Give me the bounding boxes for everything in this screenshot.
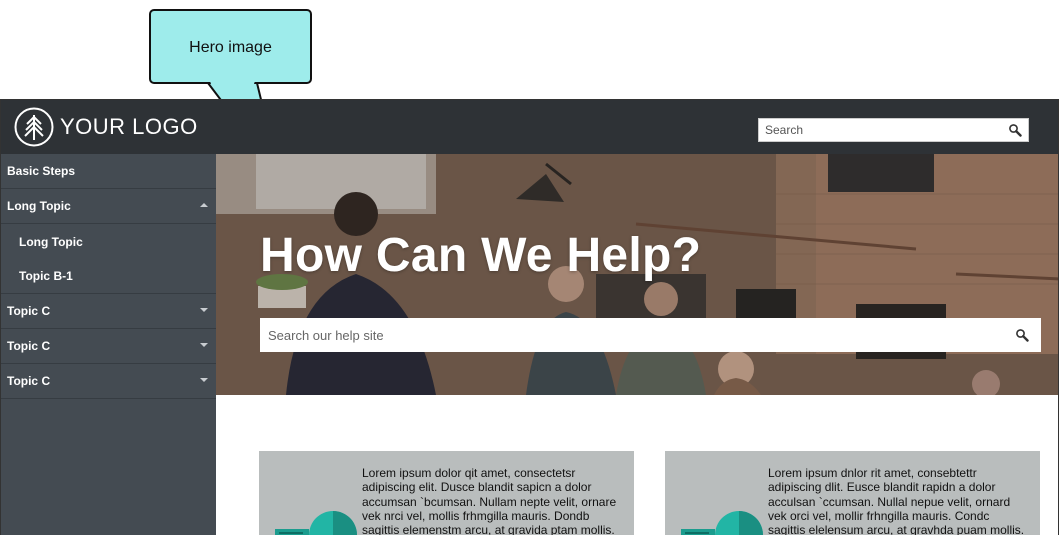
sidebar-item-label: Basic Steps: [7, 164, 76, 178]
header-search-box[interactable]: [758, 118, 1029, 142]
sidebar-item-label: Topic C: [7, 339, 51, 353]
chart-illustration-icon: [681, 511, 763, 535]
sidebar-item-topic-c[interactable]: Topic C: [1, 294, 216, 329]
card-body-text: Lorem ipsum dnlor rit amet, consebtettr …: [768, 466, 1025, 535]
topic-card[interactable]: Lorem ipsum dolor qit amet, consectetsr …: [259, 451, 634, 535]
sidebar-item-long-topic[interactable]: Long Topic: [1, 189, 216, 224]
sidebar-item-topic-c[interactable]: Topic C: [1, 329, 216, 364]
chevron-down-icon[interactable]: [200, 308, 208, 312]
sidebar-item-label: Long Topic: [7, 199, 71, 213]
sidebar-item-basic-steps[interactable]: Basic Steps: [1, 154, 216, 189]
sidebar-subitem-long-topic[interactable]: Long Topic: [1, 224, 216, 259]
sidebar-item-label: Topic C: [7, 304, 51, 318]
header-search-input[interactable]: [765, 122, 995, 138]
chevron-down-icon[interactable]: [200, 378, 208, 382]
sidebar-nav: Basic Steps Long Topic Long Topic Topic …: [1, 154, 216, 535]
hero-search-box[interactable]: [260, 318, 1041, 352]
search-icon[interactable]: [1015, 328, 1029, 342]
logo[interactable]: YOUR LOGO: [14, 106, 198, 148]
hero-image-callout: Hero image: [149, 9, 312, 84]
card-body-text: Lorem ipsum dolor qit amet, consectetsr …: [362, 466, 617, 535]
sidebar-item-label: Topic B-1: [19, 269, 73, 283]
tree-circle-icon: [14, 107, 54, 147]
chart-illustration-icon: [275, 511, 357, 535]
search-icon[interactable]: [1008, 123, 1022, 137]
chevron-down-icon[interactable]: [200, 343, 208, 347]
hero-image: How Can We Help?: [216, 154, 1058, 395]
sidebar-item-label: Long Topic: [19, 234, 83, 249]
callout-label: Hero image: [189, 39, 272, 56]
hero-search-input[interactable]: [268, 326, 968, 344]
hero-title: How Can We Help?: [260, 229, 702, 282]
top-header: YOUR LOGO: [1, 100, 1058, 154]
chevron-up-icon[interactable]: [200, 203, 208, 207]
sidebar-item-topic-c[interactable]: Topic C: [1, 364, 216, 399]
help-site-window: YOUR LOGO Basic Steps Long Topic Long To…: [0, 99, 1059, 535]
sidebar-subitem-topic-b-1[interactable]: Topic B-1: [1, 259, 216, 294]
topic-card[interactable]: Lorem ipsum dnlor rit amet, consebtettr …: [665, 451, 1040, 535]
logo-text: YOUR LOGO: [60, 114, 198, 139]
sidebar-item-label: Topic C: [7, 374, 51, 388]
